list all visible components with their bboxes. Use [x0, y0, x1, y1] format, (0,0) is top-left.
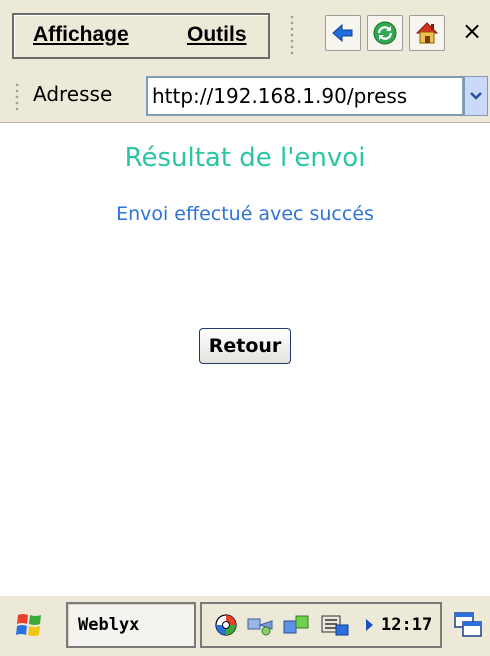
address-value: http://192.168.1.90/press — [152, 84, 408, 108]
toolbar-grip[interactable] — [289, 14, 295, 58]
sync-icon — [283, 615, 309, 634]
menu-bar: Affichage Outils — [12, 13, 270, 59]
taskbar-app-label: Weblyx — [78, 615, 140, 635]
tray-input-icon[interactable] — [320, 613, 350, 643]
system-tray: 12:17 — [200, 602, 442, 648]
color-wheel-icon — [215, 614, 237, 636]
taskbar: Weblyx 12:17 — [0, 594, 490, 656]
back-button[interactable] — [325, 15, 361, 51]
start-button[interactable] — [14, 611, 46, 645]
input-panel-icon — [321, 615, 349, 636]
tray-sync-icon[interactable] — [282, 613, 312, 643]
status-message: Envoi effectué avec succés — [116, 203, 374, 225]
network-icon — [247, 618, 273, 636]
menu-toolbar: Affichage Outils × — [0, 0, 490, 71]
address-input[interactable]: http://192.168.1.90/press — [146, 76, 464, 116]
close-button[interactable]: × — [462, 17, 482, 45]
address-dropdown-button[interactable] — [464, 76, 488, 116]
chevron-down-icon — [470, 92, 482, 100]
refresh-icon — [373, 21, 397, 45]
address-bar: Adresse http://192.168.1.90/press — [0, 70, 490, 123]
window-switch-icon — [454, 612, 482, 637]
home-icon — [415, 22, 439, 44]
address-grip[interactable] — [14, 82, 20, 112]
taskbar-clock[interactable]: 12:17 — [381, 615, 432, 635]
tray-expand-arrow-icon[interactable] — [366, 619, 373, 631]
windows-flag-icon — [16, 614, 41, 636]
menu-outils[interactable]: Outils — [187, 23, 247, 47]
menu-outils-label: Outils — [187, 23, 247, 46]
menu-affichage[interactable]: Affichage — [33, 23, 129, 47]
refresh-button[interactable] — [367, 15, 403, 51]
window-switch-button[interactable] — [452, 610, 484, 644]
menu-affichage-label: Affichage — [33, 23, 129, 46]
tray-color-wheel-icon[interactable] — [214, 613, 238, 641]
home-button[interactable] — [409, 15, 445, 51]
address-label: Adresse — [33, 82, 113, 106]
retour-button[interactable]: Retour — [199, 328, 291, 364]
back-arrow-icon — [332, 23, 353, 43]
taskbar-app-weblyx[interactable]: Weblyx — [66, 602, 196, 648]
tray-network-icon[interactable] — [246, 613, 274, 641]
page-title: Résultat de l'envoi — [124, 143, 366, 173]
